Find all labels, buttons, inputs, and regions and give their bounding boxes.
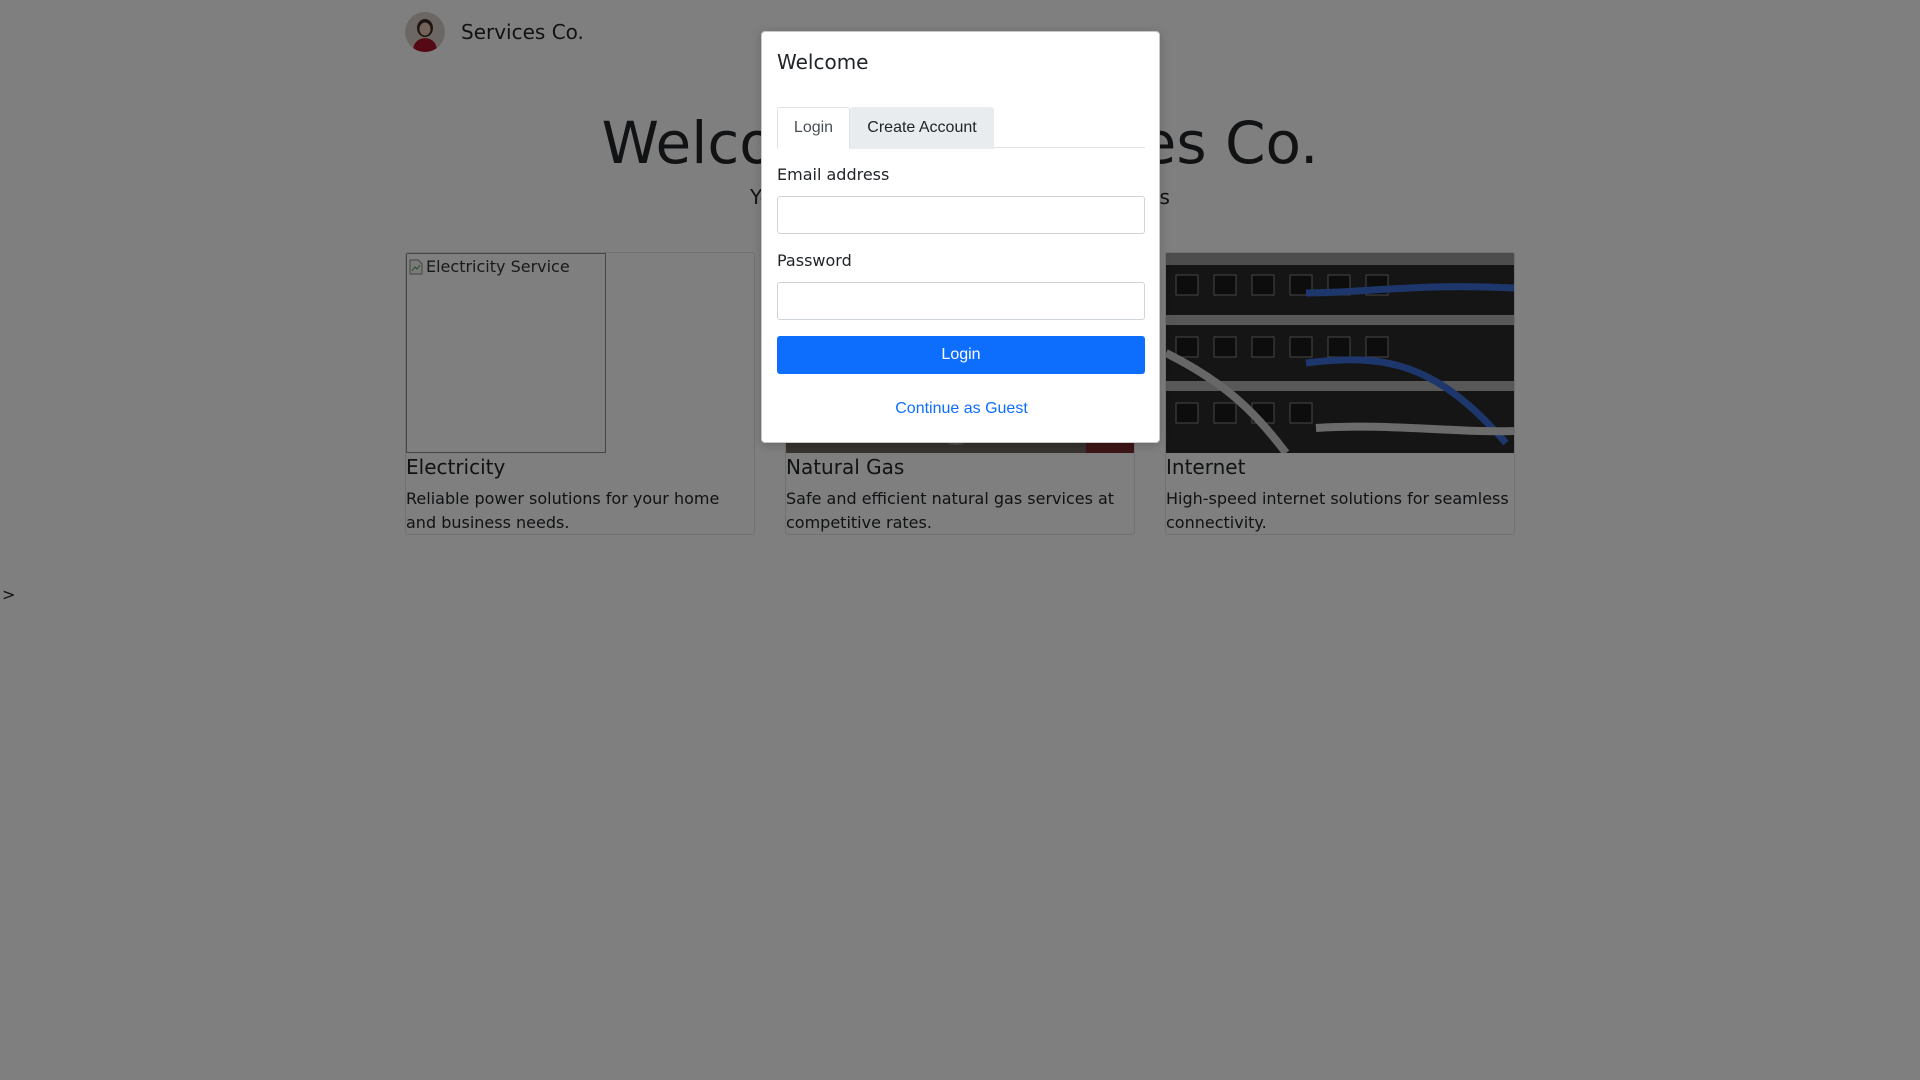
continue-as-guest-link[interactable]: Continue as Guest [762, 400, 1161, 418]
password-field[interactable] [777, 282, 1145, 320]
email-label: Email address [777, 165, 890, 184]
tab-create-account[interactable]: Create Account [850, 107, 994, 149]
login-button[interactable]: Login [777, 336, 1145, 374]
email-field[interactable] [777, 196, 1145, 234]
password-label: Password [777, 251, 852, 270]
page: Services Co. Welcome to Services Co. You… [0, 0, 1920, 1080]
modal-tabs: Login Create Account [777, 107, 1145, 149]
tab-login[interactable]: Login [777, 107, 850, 149]
login-modal: Welcome Login Create Account Email addre… [761, 31, 1160, 443]
modal-title: Welcome [777, 50, 869, 74]
